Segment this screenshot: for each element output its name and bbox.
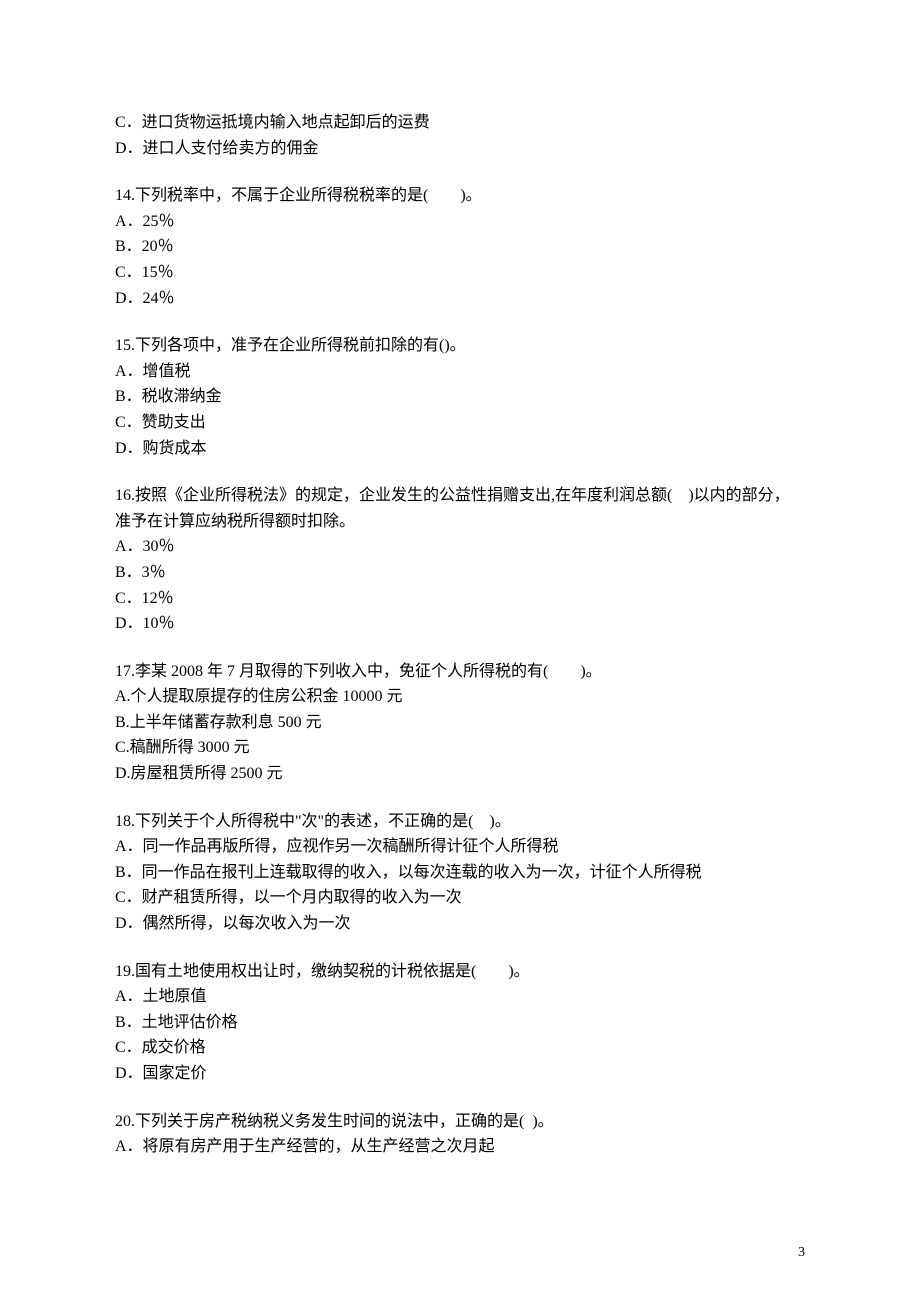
option: C.稿酬所得 3000 元 [115, 735, 805, 761]
option: A．土地原值 [115, 984, 805, 1010]
page-number: 3 [798, 1242, 805, 1264]
question-16: 16.按照《企业所得税法》的规定，企业发生的公益性捐赠支出,在年度利润总额( )… [115, 483, 805, 637]
option: D．10％ [115, 611, 805, 637]
option: B.上半年储蓄存款利息 500 元 [115, 710, 805, 736]
option: D．国家定价 [115, 1061, 805, 1087]
question-17: 17.李某 2008 年 7 月取得的下列收入中，免征个人所得税的有( )。 A… [115, 659, 805, 787]
option: A．25％ [115, 209, 805, 235]
question-stem: 18.下列关于个人所得税中"次"的表述，不正确的是( )。 [115, 809, 805, 835]
option: C．12％ [115, 586, 805, 612]
question-stem: 20.下列关于房产税纳税义务发生时间的说法中，正确的是( )。 [115, 1109, 805, 1135]
option: B．20％ [115, 234, 805, 260]
question-stem: 14.下列税率中，不属于企业所得税税率的是( )。 [115, 183, 805, 209]
option: A.个人提取原提存的住房公积金 10000 元 [115, 684, 805, 710]
question-15: 15.下列各项中，准予在企业所得税前扣除的有()。 A．增值税 B．税收滞纳金 … [115, 333, 805, 461]
option: C．财产租赁所得，以一个月内取得的收入为一次 [115, 885, 805, 911]
document-page: C．进口货物运抵境内输入地点起卸后的运费 D．进口人支付给卖方的佣金 14.下列… [0, 0, 920, 1302]
option: C．成交价格 [115, 1035, 805, 1061]
option: A．同一作品再版所得，应视作另一次稿酬所得计征个人所得税 [115, 834, 805, 860]
option: D．购货成本 [115, 436, 805, 462]
option: D.房屋租赁所得 2500 元 [115, 761, 805, 787]
question-18: 18.下列关于个人所得税中"次"的表述，不正确的是( )。 A．同一作品再版所得… [115, 809, 805, 937]
question-19: 19.国有土地使用权出让时，缴纳契税的计税依据是( )。 A．土地原值 B．土地… [115, 959, 805, 1087]
option: B．同一作品在报刊上连载取得的收入，以每次连载的收入为一次，计征个人所得税 [115, 860, 805, 886]
question-stem: 16.按照《企业所得税法》的规定，企业发生的公益性捐赠支出,在年度利润总额( )… [115, 483, 805, 534]
option: A．将原有房产用于生产经营的，从生产经营之次月起 [115, 1134, 805, 1160]
option: B．税收滞纳金 [115, 384, 805, 410]
question-stem: 15.下列各项中，准予在企业所得税前扣除的有()。 [115, 333, 805, 359]
option: C．15％ [115, 260, 805, 286]
option: C．进口货物运抵境内输入地点起卸后的运费 [115, 110, 805, 136]
option: B．3％ [115, 560, 805, 586]
question-fragment-top: C．进口货物运抵境内输入地点起卸后的运费 D．进口人支付给卖方的佣金 [115, 110, 805, 161]
question-stem: 19.国有土地使用权出让时，缴纳契税的计税依据是( )。 [115, 959, 805, 985]
option: A．增值税 [115, 359, 805, 385]
option: C．赞助支出 [115, 410, 805, 436]
option: D．偶然所得，以每次收入为一次 [115, 911, 805, 937]
question-stem: 17.李某 2008 年 7 月取得的下列收入中，免征个人所得税的有( )。 [115, 659, 805, 685]
question-14: 14.下列税率中，不属于企业所得税税率的是( )。 A．25％ B．20％ C．… [115, 183, 805, 311]
option: A．30％ [115, 534, 805, 560]
option: D．进口人支付给卖方的佣金 [115, 136, 805, 162]
option: D．24％ [115, 286, 805, 312]
option: B．土地评估价格 [115, 1010, 805, 1036]
question-20: 20.下列关于房产税纳税义务发生时间的说法中，正确的是( )。 A．将原有房产用… [115, 1109, 805, 1160]
